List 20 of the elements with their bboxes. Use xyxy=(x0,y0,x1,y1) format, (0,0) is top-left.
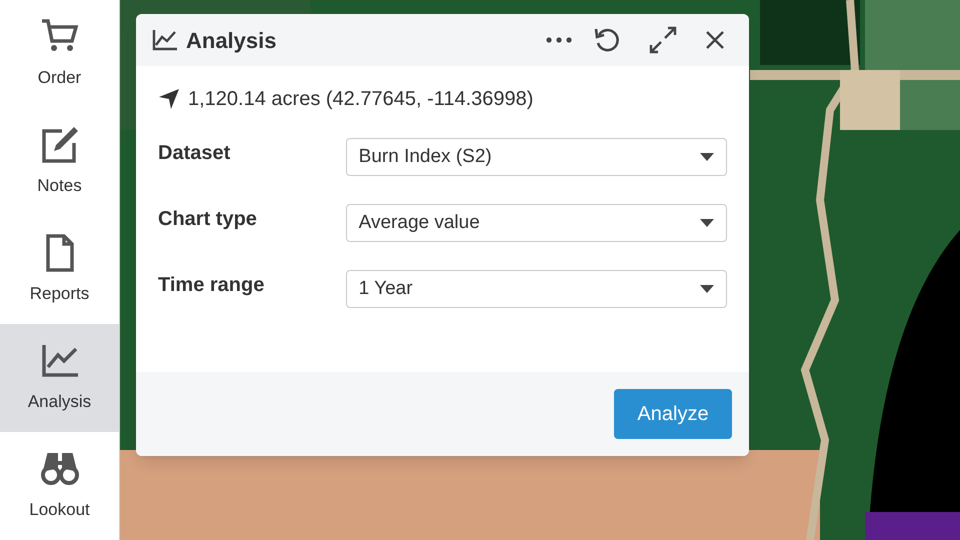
field-label: Dataset xyxy=(158,141,232,166)
close-icon xyxy=(705,30,725,50)
reset-icon xyxy=(593,26,621,54)
expand-icon xyxy=(649,26,677,54)
line-chart-icon xyxy=(152,29,178,51)
caret-icon xyxy=(700,285,714,293)
analyze-button[interactable]: Analyze xyxy=(614,389,732,439)
caret-icon xyxy=(700,219,714,227)
field-label: Chart type xyxy=(158,207,258,232)
ellipsis-icon xyxy=(546,37,572,43)
dropdown-field[interactable]: Burn Index (S2) xyxy=(346,138,727,176)
dropdown-field[interactable]: 1 Year xyxy=(346,270,727,308)
panel-title: Analysis xyxy=(186,26,278,55)
navigation-arrow-icon xyxy=(158,88,180,110)
caret-icon xyxy=(700,153,714,161)
dropdown-field[interactable]: Average value xyxy=(346,204,727,242)
edit-icon xyxy=(40,125,80,166)
location-text: 1,120.14 acres (42.77645, -114.36998) xyxy=(188,87,534,112)
sidebar-item[interactable]: Analysis xyxy=(0,324,119,432)
field-label: Time range xyxy=(158,273,266,298)
